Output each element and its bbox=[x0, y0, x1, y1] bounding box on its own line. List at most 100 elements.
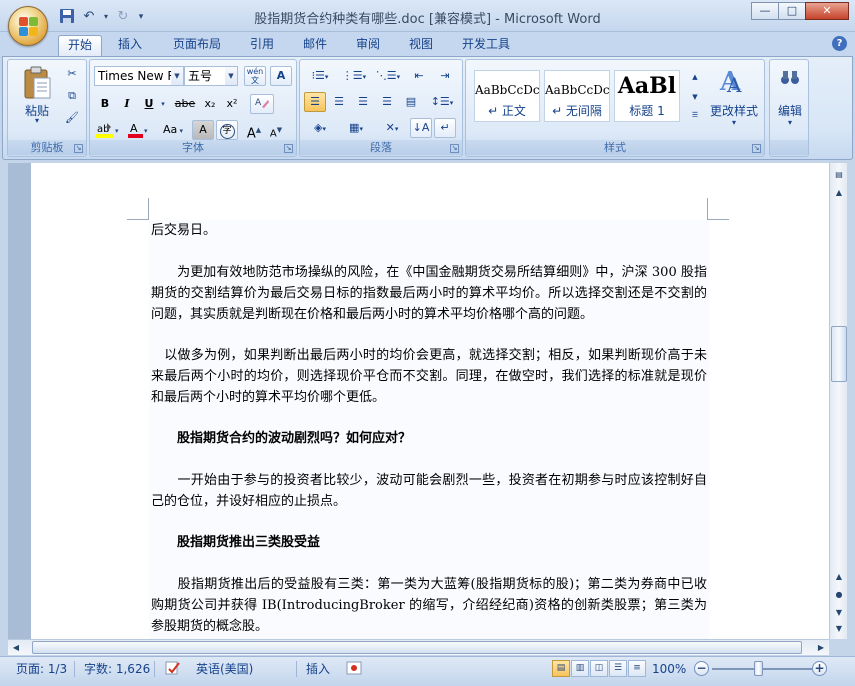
font-launcher-icon[interactable]: ↘ bbox=[284, 144, 293, 153]
full-screen-reading-icon[interactable]: ▥ bbox=[571, 660, 589, 677]
borders-icon[interactable]: ▦▾ bbox=[340, 118, 372, 138]
close-button[interactable]: ✕ bbox=[805, 2, 849, 20]
enclose-characters-button[interactable]: 字 bbox=[216, 120, 238, 140]
change-case-button[interactable]: Aa ▾ bbox=[158, 120, 188, 140]
style-no-spacing[interactable]: AaBbCcDc ↵ 无间隔 bbox=[544, 70, 610, 122]
zoom-in-button[interactable]: + bbox=[812, 661, 827, 676]
character-shading-button[interactable]: A bbox=[192, 120, 214, 140]
horizontal-scroll-thumb[interactable] bbox=[32, 641, 802, 654]
macro-record-icon[interactable] bbox=[346, 660, 362, 678]
align-center-icon[interactable]: ☰ bbox=[328, 92, 350, 112]
editing-dropdown-icon[interactable]: ▾ bbox=[770, 118, 810, 127]
web-layout-icon[interactable]: ◫ bbox=[590, 660, 608, 677]
underline-button[interactable]: U bbox=[140, 94, 158, 114]
maximize-button[interactable]: □ bbox=[778, 2, 806, 20]
tab-home[interactable]: 开始 bbox=[58, 35, 102, 56]
zoom-slider-thumb[interactable] bbox=[754, 661, 763, 676]
font-name-combo[interactable]: Times New R ▼ bbox=[94, 66, 184, 86]
styles-more-icon[interactable]: ☰ bbox=[688, 106, 702, 124]
page-count[interactable]: 页面: 1/3 bbox=[16, 660, 67, 678]
vertical-scroll-thumb[interactable] bbox=[831, 326, 847, 382]
font-name-dropdown-icon[interactable]: ▼ bbox=[171, 67, 183, 85]
phonetic-guide-button[interactable]: wén 文 bbox=[244, 66, 266, 86]
show-marks-icon[interactable]: ↵ bbox=[434, 118, 456, 138]
tab-page-layout[interactable]: 页面布局 bbox=[169, 35, 225, 56]
subscript-button[interactable]: x₂ bbox=[200, 94, 220, 114]
tab-mailings[interactable]: 邮件 bbox=[299, 35, 331, 56]
ruler-toggle-icon[interactable]: ▤ bbox=[831, 167, 847, 183]
paste-icon[interactable] bbox=[22, 66, 52, 100]
numbering-icon[interactable]: ⋮☰▾ bbox=[338, 66, 370, 86]
shading-icon[interactable]: ◈▾ bbox=[304, 118, 336, 138]
paste-dropdown-icon[interactable]: ▾ bbox=[14, 116, 60, 125]
styles-launcher-icon[interactable]: ↘ bbox=[752, 144, 761, 153]
decrease-indent-icon[interactable]: ⇤ bbox=[408, 66, 430, 86]
outline-view-icon[interactable]: ☰ bbox=[609, 660, 627, 677]
format-painter-icon[interactable]: 🖌 bbox=[62, 108, 82, 128]
editing-button[interactable]: 编辑 bbox=[770, 102, 810, 119]
underline-dropdown-icon[interactable]: ▾ bbox=[158, 94, 168, 114]
document-area[interactable]: 后交易日。 为更加有效地防范市场操纵的风险，在《中国金融期货交易所结算细则》中，… bbox=[8, 163, 829, 639]
scroll-left-icon[interactable]: ◀ bbox=[8, 640, 24, 655]
paragraph-launcher-icon[interactable]: ↘ bbox=[450, 144, 459, 153]
language-status[interactable]: 英语(美国) bbox=[196, 660, 253, 678]
vertical-scrollbar[interactable]: ▤ ▲ ▲ ● ▼ ▼ bbox=[829, 163, 847, 639]
change-styles-button[interactable]: 更改样式 bbox=[706, 102, 762, 119]
strikethrough-button[interactable]: abe bbox=[172, 94, 198, 114]
insert-mode-status[interactable]: 插入 bbox=[306, 660, 330, 678]
justify-icon[interactable]: ☰ bbox=[376, 92, 398, 112]
font-size-dropdown-icon[interactable]: ▼ bbox=[225, 67, 237, 85]
tab-review[interactable]: 审阅 bbox=[352, 35, 384, 56]
print-layout-view-icon[interactable]: ▤ bbox=[552, 660, 570, 677]
style-normal[interactable]: AaBbCcDc ↵ 正文 bbox=[474, 70, 540, 122]
change-styles-dropdown-icon[interactable]: ▾ bbox=[706, 118, 762, 127]
bold-button[interactable]: B bbox=[96, 94, 114, 114]
previous-page-icon[interactable]: ▲ bbox=[831, 569, 847, 585]
styles-scroll-down-icon[interactable]: ▼ bbox=[688, 88, 702, 106]
clipboard-launcher-icon[interactable]: ↘ bbox=[74, 144, 83, 153]
shrink-font-button[interactable]: A▼ bbox=[266, 120, 286, 140]
horizontal-scrollbar[interactable]: ◀ ▶ bbox=[8, 639, 829, 655]
scroll-down-icon[interactable]: ▼ bbox=[831, 621, 847, 637]
text-highlight-icon[interactable]: ab ▾ bbox=[94, 120, 122, 140]
help-icon[interactable]: ? bbox=[832, 36, 847, 51]
scroll-right-icon[interactable]: ▶ bbox=[813, 640, 829, 655]
copy-icon[interactable]: ⧉ bbox=[62, 86, 82, 106]
superscript-button[interactable]: x² bbox=[222, 94, 242, 114]
tab-references[interactable]: 引用 bbox=[246, 35, 278, 56]
clear-formatting-icon[interactable]: A bbox=[250, 94, 274, 114]
zoom-out-button[interactable]: − bbox=[694, 661, 709, 676]
style-heading-1[interactable]: AaBl 标题 1 bbox=[614, 70, 680, 122]
increase-indent-icon[interactable]: ⇥ bbox=[434, 66, 456, 86]
cut-icon[interactable]: ✂ bbox=[62, 64, 82, 84]
font-size-combo[interactable]: 五号 ▼ bbox=[184, 66, 238, 86]
minimize-button[interactable]: — bbox=[751, 2, 779, 20]
sort-icon[interactable]: ↓A bbox=[410, 118, 432, 138]
bullets-icon[interactable]: ⁝☰▾ bbox=[304, 66, 336, 86]
zoom-level[interactable]: 100% bbox=[652, 660, 686, 678]
character-border-button[interactable]: A bbox=[270, 66, 292, 86]
tab-developer[interactable]: 开发工具 bbox=[458, 35, 514, 56]
italic-button[interactable]: I bbox=[118, 94, 136, 114]
office-button[interactable] bbox=[8, 6, 48, 46]
next-page-icon[interactable]: ▼ bbox=[831, 605, 847, 621]
multilevel-list-icon[interactable]: ⋱☰▾ bbox=[372, 66, 404, 86]
scroll-up-icon[interactable]: ▲ bbox=[831, 185, 847, 201]
font-color-icon[interactable]: A ▾ bbox=[126, 120, 152, 140]
line-spacing-icon[interactable]: ↕☰▾ bbox=[426, 92, 458, 112]
tab-view[interactable]: 视图 bbox=[405, 35, 437, 56]
distributed-icon[interactable]: ▤ bbox=[400, 92, 422, 112]
grow-font-button[interactable]: A▲ bbox=[244, 120, 264, 141]
paragraph-group: ⁝☰▾ ⋮☰▾ ⋱☰▾ ⇤ ⇥ ☰ ☰ ☰ ☰ ▤ ↕☰▾ ◈▾ ▦▾ ✕▾ ↓… bbox=[299, 59, 463, 157]
browse-object-icon[interactable]: ● bbox=[831, 587, 847, 603]
align-right-icon[interactable]: ☰ bbox=[352, 92, 374, 112]
align-left-icon[interactable]: ☰ bbox=[304, 92, 326, 112]
chinese-layout-icon[interactable]: ✕▾ bbox=[376, 118, 408, 138]
styles-scroll-up-icon[interactable]: ▲ bbox=[688, 68, 702, 86]
change-styles-icon[interactable]: AA bbox=[718, 66, 748, 97]
draft-view-icon[interactable]: ≡ bbox=[628, 660, 646, 677]
word-count[interactable]: 字数: 1,626 bbox=[84, 660, 150, 678]
find-binoculars-icon[interactable] bbox=[780, 68, 800, 88]
proofing-icon[interactable] bbox=[164, 660, 182, 678]
tab-insert[interactable]: 插入 bbox=[114, 35, 146, 56]
